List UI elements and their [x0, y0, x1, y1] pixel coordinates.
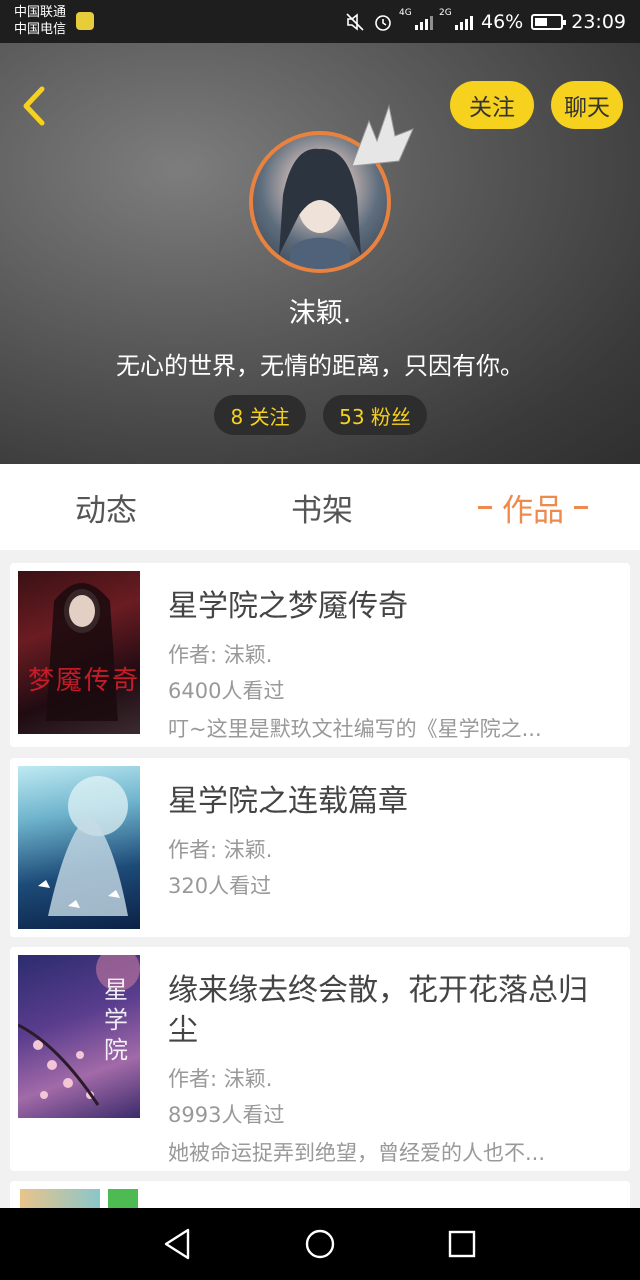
book-title: 缘来缘去终会散，花开花落总归尘 — [168, 973, 588, 1048]
work-item[interactable]: 星学院之连载篇章 作者: 沫颖. 320人看过 — [10, 758, 630, 937]
active-tab-indicator-left — [478, 505, 492, 509]
book-views: 8993人看过 — [168, 1103, 285, 1127]
nav-back-button[interactable] — [158, 1224, 198, 1264]
following-count[interactable]: 8 关注 — [214, 395, 306, 435]
square-recents-icon — [448, 1230, 476, 1258]
username: 沫颖. — [288, 298, 352, 329]
book-cover — [18, 766, 140, 929]
clock: 23:09 — [571, 10, 626, 33]
book-description: 她被命运捉弄到绝望，曾经爱的人也不... — [168, 1141, 546, 1165]
tab-bookshelf[interactable]: 书架 — [262, 464, 382, 550]
avatar[interactable] — [249, 104, 414, 273]
triangle-back-icon — [164, 1228, 190, 1260]
carrier-2: 中国电信 — [14, 22, 67, 37]
follow-button[interactable]: 关注 — [450, 81, 534, 129]
book-author: 作者: 沫颖. — [168, 643, 273, 667]
circle-home-icon — [305, 1229, 335, 1259]
tab-works-label: 作品 — [502, 492, 564, 529]
book-cover-title: 梦魇传奇 — [28, 666, 140, 696]
carrier-info: 中国联通 中国电信 — [14, 4, 66, 38]
carrier-1: 中国联通 — [14, 5, 67, 20]
user-signature: 无心的世界，无情的距离，只因有你。 — [116, 352, 524, 380]
book-cover-title: 星学院 — [104, 976, 128, 1064]
tab-works[interactable]: 作品 — [466, 464, 600, 550]
status-icons: 4G 2G 46% 23:09 — [345, 0, 626, 43]
battery-icon — [531, 13, 567, 30]
book-views: 6400人看过 — [168, 679, 285, 703]
system-navigation-bar — [0, 1208, 640, 1280]
status-bar: 中国联通 中国电信 4G 2G 46% 23:09 — [0, 0, 640, 43]
active-tab-indicator-right — [574, 505, 588, 509]
book-author: 作者: 沫颖. — [168, 838, 273, 862]
network-type-1: 4G — [399, 7, 412, 18]
signal-4g-icon: 4G — [399, 8, 433, 30]
mute-icon — [346, 12, 364, 31]
battery-percent: 46% — [481, 10, 524, 33]
book-author: 作者: 沫颖. — [168, 1067, 273, 1091]
nav-home-button[interactable] — [300, 1224, 340, 1264]
book-description: 叮~这里是默玖文社编写的《星学院之... — [168, 717, 542, 741]
book-cover: 梦魇传奇 — [18, 571, 140, 734]
book-cover: 星学院 — [18, 955, 140, 1118]
chat-button[interactable]: 聊天 — [551, 81, 623, 129]
tab-dynamics[interactable]: 动态 — [46, 464, 166, 550]
notification-app-icon — [76, 12, 94, 30]
work-item[interactable]: 星学院 缘来缘去终会散，花开花落总归尘 作者: 沫颖. 8993人看过 她被命运… — [10, 947, 630, 1171]
avatar-frame-decoration — [351, 104, 414, 167]
signal-2g-icon: 2G — [439, 8, 473, 30]
profile-tabs: 动态 书架 作品 — [0, 464, 640, 550]
profile-header: 关注 聊天 沫颖. 无心的世界，无情的距离，只因有你。 8 关注 53 粉丝 — [0, 43, 640, 464]
chevron-left-icon — [23, 86, 45, 126]
network-type-2: 2G — [439, 7, 452, 18]
back-button[interactable] — [14, 83, 54, 129]
fans-count[interactable]: 53 粉丝 — [323, 395, 427, 435]
nav-recent-apps-button[interactable] — [442, 1224, 482, 1264]
book-title: 星学院之梦魇传奇 — [168, 589, 408, 624]
book-title: 星学院之连载篇章 — [168, 784, 408, 819]
book-views: 320人看过 — [168, 874, 272, 898]
alarm-icon — [375, 14, 391, 31]
work-item[interactable]: 梦魇传奇 星学院之梦魇传奇 作者: 沫颖. 6400人看过 叮~这里是默玖文社编… — [10, 563, 630, 747]
